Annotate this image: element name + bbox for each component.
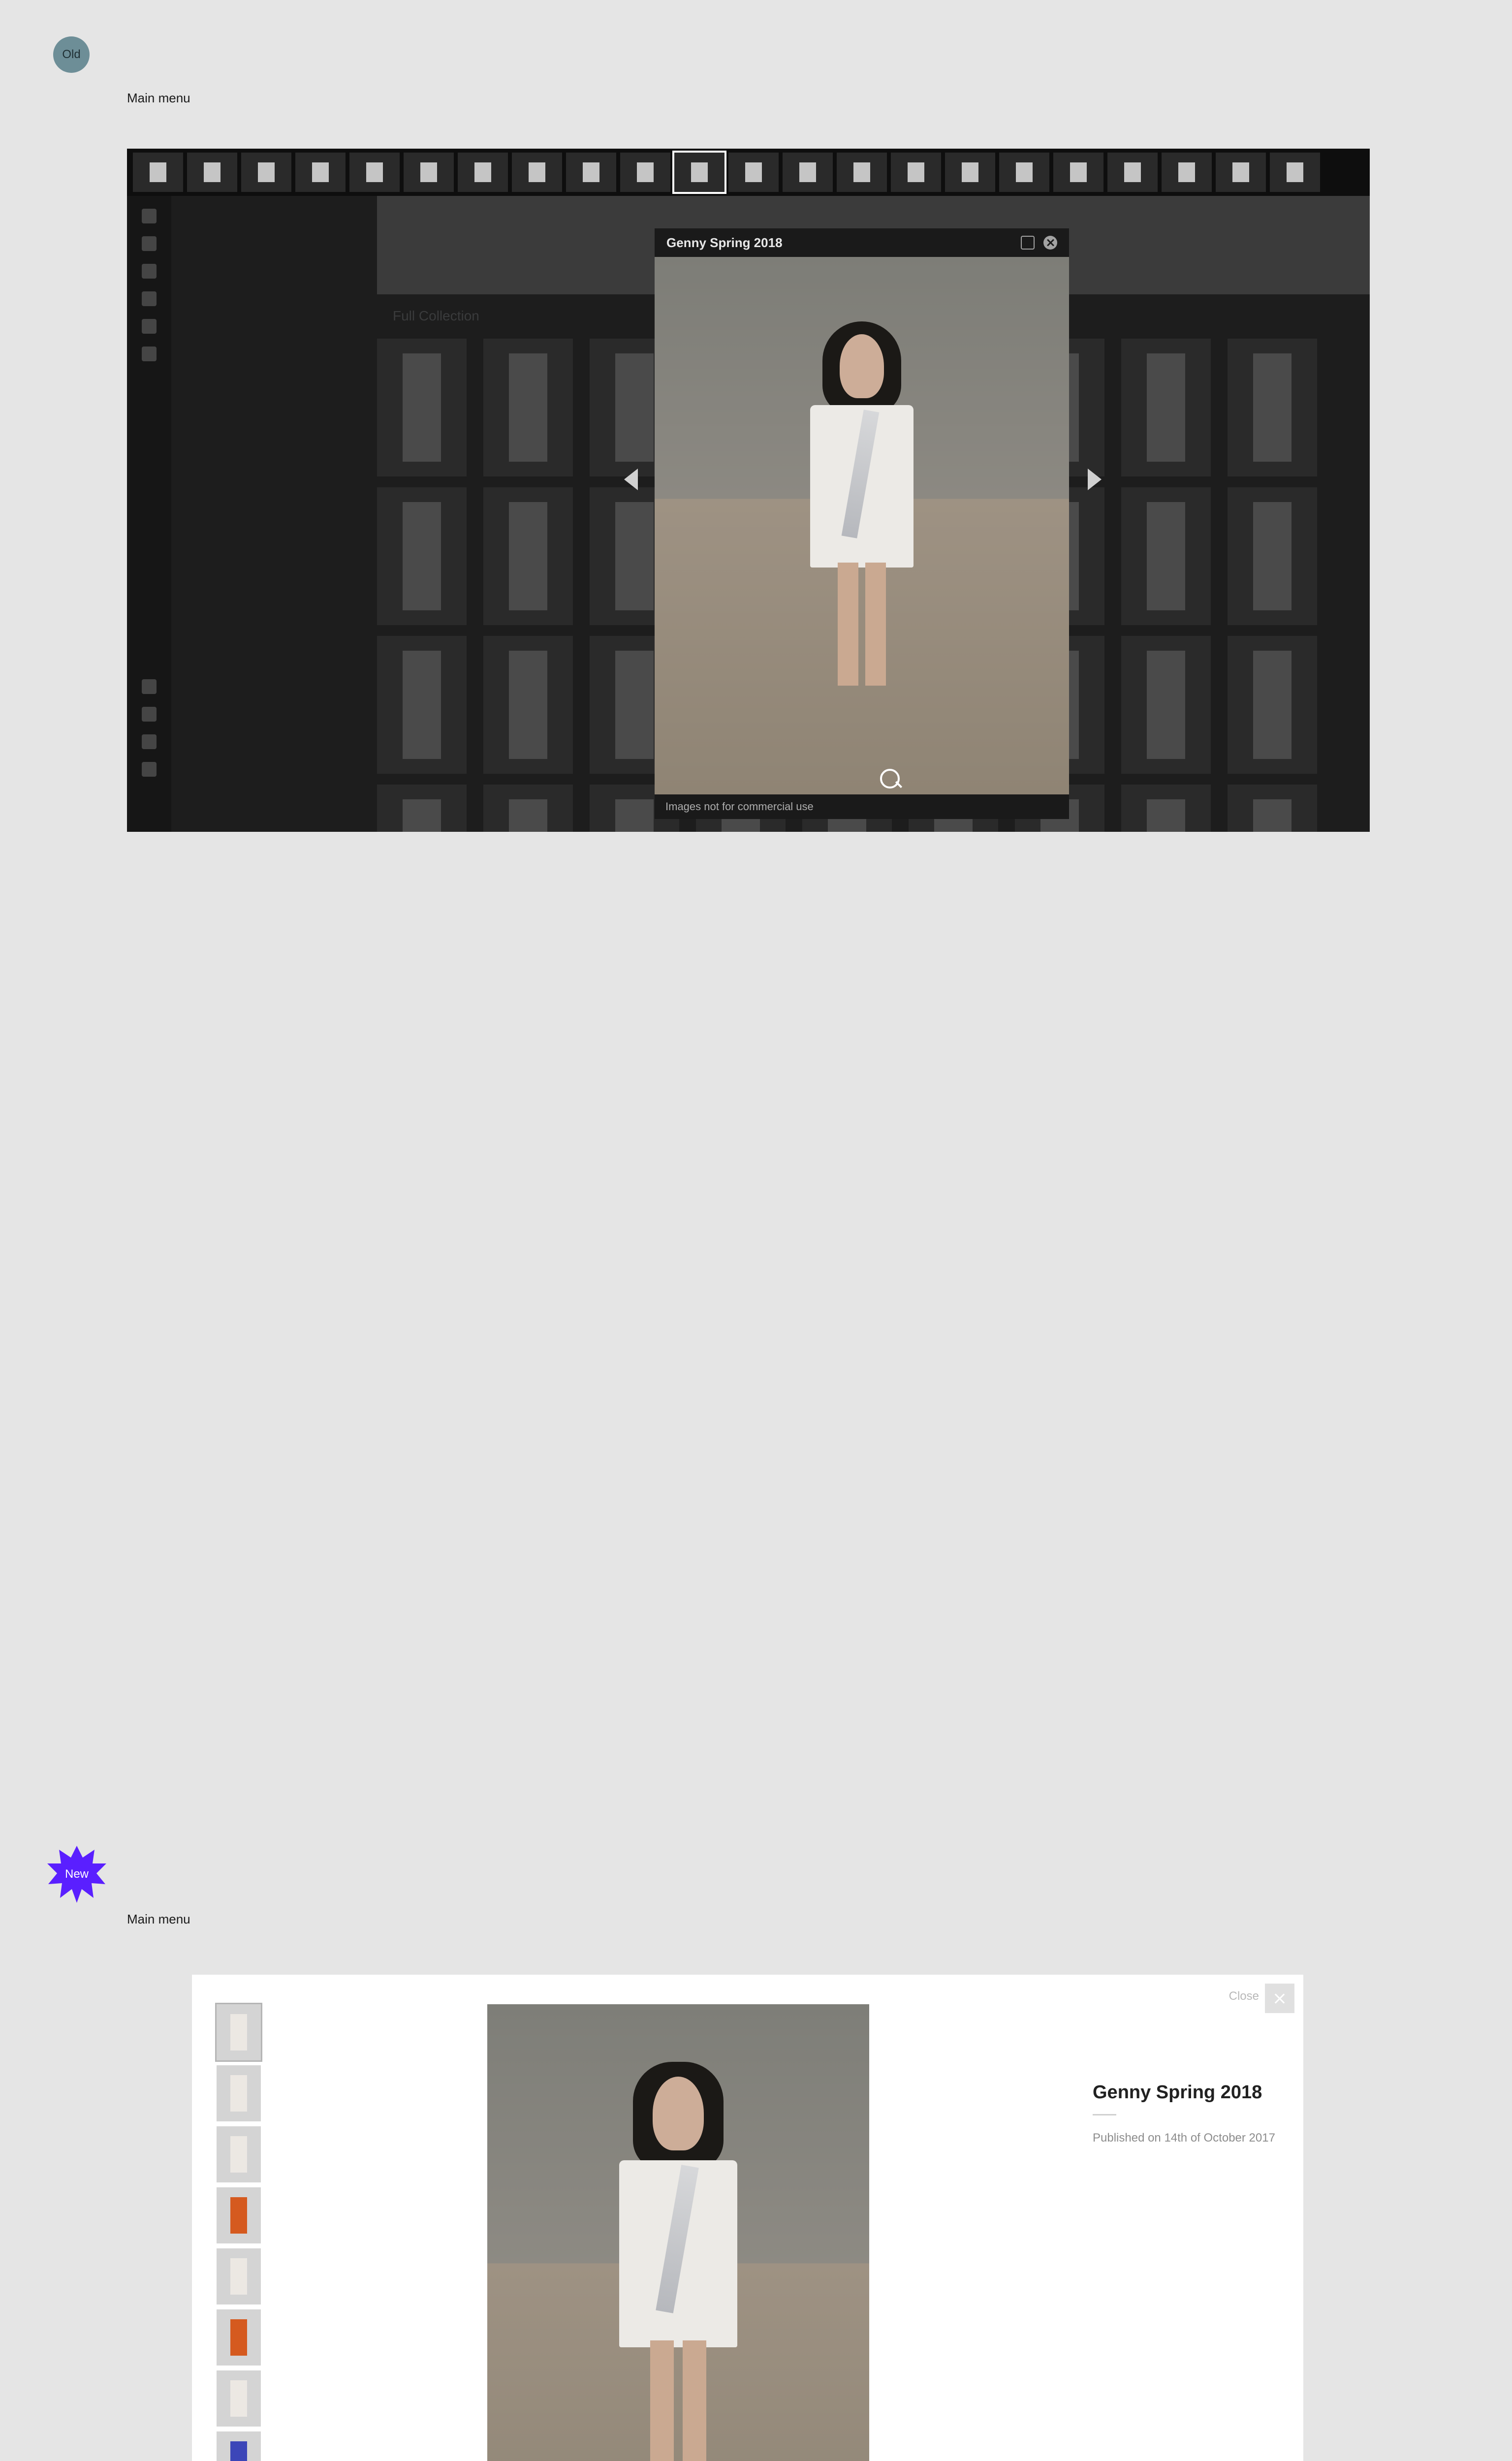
filmstrip-thumb[interactable] xyxy=(891,153,941,192)
new-lightbox: Close Genny Spring 2018 Published on 14t… xyxy=(192,1975,1303,2461)
thumb-item[interactable] xyxy=(217,2309,261,2366)
sidebar-icon[interactable] xyxy=(142,236,157,251)
filmstrip-thumb[interactable] xyxy=(837,153,887,192)
old-sidebar xyxy=(127,196,171,832)
filmstrip-thumb[interactable] xyxy=(566,153,616,192)
old-filmstrip[interactable] xyxy=(127,149,1370,196)
filmstrip-thumb[interactable] xyxy=(404,153,454,192)
main-image xyxy=(487,2004,869,2461)
grid-thumb[interactable] xyxy=(483,785,573,832)
new-section: New Main menu Close Genny Spring 2018 Pu… xyxy=(0,906,1512,1802)
sidebar-icon[interactable] xyxy=(142,347,157,361)
next-arrow[interactable] xyxy=(1088,469,1102,490)
info-panel: Genny Spring 2018 Published on 14th of O… xyxy=(1093,2082,1290,2147)
old-mainmenu-label: Main menu xyxy=(127,91,190,106)
filmstrip-thumb[interactable] xyxy=(349,153,400,192)
grid-thumb[interactable] xyxy=(483,339,573,476)
zoom-in-icon[interactable] xyxy=(880,769,900,789)
runway-model xyxy=(798,321,926,686)
filmstrip-thumb[interactable] xyxy=(1270,153,1320,192)
old-badge: Old xyxy=(53,36,90,73)
filmstrip-thumb[interactable] xyxy=(1053,153,1103,192)
collection-title: Genny Spring 2018 xyxy=(1093,2082,1290,2103)
grid-thumb[interactable] xyxy=(1121,487,1211,625)
grid-thumb[interactable] xyxy=(1228,487,1317,625)
grid-thumb[interactable] xyxy=(1121,636,1211,774)
filmstrip-thumb[interactable] xyxy=(783,153,833,192)
new-badge: New xyxy=(47,1845,106,1904)
lightbox-title: Genny Spring 2018 xyxy=(666,235,783,251)
thumb-item[interactable] xyxy=(217,2370,261,2427)
sidebar-icon[interactable] xyxy=(142,762,157,777)
sidebar-icon[interactable] xyxy=(142,319,157,334)
prev-arrow[interactable] xyxy=(624,469,638,490)
lightbox-footer: Images not for commercial use xyxy=(655,794,1069,819)
grid-thumb[interactable] xyxy=(377,785,467,832)
filmstrip-thumb[interactable] xyxy=(187,153,237,192)
grid-thumb[interactable] xyxy=(377,487,467,625)
filmstrip-thumb[interactable] xyxy=(999,153,1049,192)
old-window: Full Collection Genny Spring 2018 Images… xyxy=(127,149,1370,832)
new-mainmenu-label: Main menu xyxy=(127,1912,190,1927)
filmstrip-thumb[interactable] xyxy=(241,153,291,192)
close-icon[interactable] xyxy=(1265,1984,1294,2013)
thumb-item[interactable] xyxy=(217,2004,261,2060)
grid-thumb[interactable] xyxy=(1228,636,1317,774)
thumb-item[interactable] xyxy=(217,2187,261,2243)
thumb-item[interactable] xyxy=(217,2431,261,2461)
close-label[interactable]: Close xyxy=(1229,1989,1259,2003)
filmstrip-thumb[interactable] xyxy=(458,153,508,192)
lightbox-header: Genny Spring 2018 xyxy=(655,228,1069,257)
sidebar-icon[interactable] xyxy=(142,734,157,749)
thumb-column xyxy=(217,2004,266,2461)
grid-thumb[interactable] xyxy=(1121,339,1211,476)
filmstrip-thumb[interactable] xyxy=(728,153,779,192)
publish-date: Published on 14th of October 2017 xyxy=(1093,2129,1290,2147)
thumb-item[interactable] xyxy=(217,2248,261,2304)
filmstrip-thumb[interactable] xyxy=(1216,153,1266,192)
lightbox-image xyxy=(655,257,1069,794)
sidebar-icon[interactable] xyxy=(142,679,157,694)
close-icon[interactable] xyxy=(1043,236,1057,250)
grid-thumb[interactable] xyxy=(377,339,467,476)
grid-thumb[interactable] xyxy=(1228,339,1317,476)
thumb-item[interactable] xyxy=(217,2065,261,2121)
divider xyxy=(1093,2114,1116,2115)
filmstrip-thumb[interactable] xyxy=(133,153,183,192)
filmstrip-thumb[interactable] xyxy=(620,153,670,192)
thumb-item[interactable] xyxy=(217,2126,261,2182)
runway-model xyxy=(604,2062,752,2461)
filmstrip-thumb[interactable] xyxy=(512,153,562,192)
filmstrip-thumb[interactable] xyxy=(1162,153,1212,192)
grid-thumb[interactable] xyxy=(1228,785,1317,832)
old-section: Old Main menu Full Collection xyxy=(0,0,1512,906)
sidebar-icon[interactable] xyxy=(142,264,157,279)
full-collection-heading: Full Collection xyxy=(393,308,479,324)
grid-thumb[interactable] xyxy=(483,636,573,774)
filmstrip-thumb[interactable] xyxy=(295,153,346,192)
filmstrip-thumb[interactable] xyxy=(1107,153,1158,192)
grid-thumb[interactable] xyxy=(483,487,573,625)
sidebar-icon[interactable] xyxy=(142,707,157,722)
filmstrip-thumb[interactable] xyxy=(945,153,995,192)
sidebar-icon[interactable] xyxy=(142,209,157,223)
grid-thumb[interactable] xyxy=(377,636,467,774)
sidebar-icon[interactable] xyxy=(142,291,157,306)
old-lightbox: Genny Spring 2018 Images not for commerc… xyxy=(655,228,1069,819)
print-icon[interactable] xyxy=(1021,236,1035,250)
grid-thumb[interactable] xyxy=(1121,785,1211,832)
filmstrip-thumb[interactable] xyxy=(674,153,724,192)
